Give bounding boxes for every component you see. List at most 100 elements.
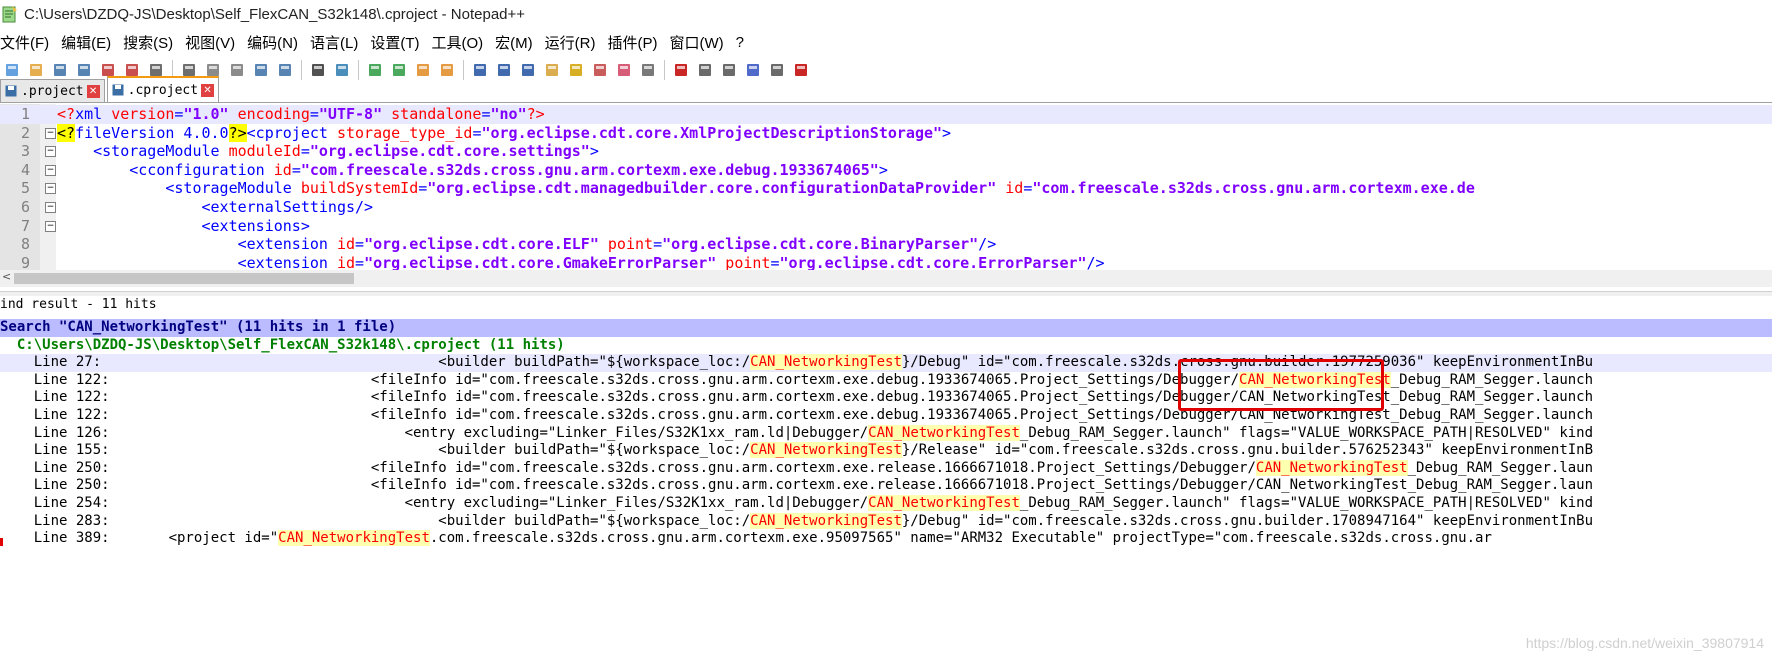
result-file-row[interactable]: C:\Users\DZDQ-JS\Desktop\Self_FlexCAN_S3… [0,337,1772,355]
result-hit-row[interactable]: Line 250: <fileInfo id="com.freescale.s3… [0,477,1772,495]
code-line[interactable]: 6 <externalSettings/> − [0,198,1772,217]
code-token: <cconfiguration [57,160,274,179]
hit-text: Line 389: <project id=" [0,530,279,547]
find-results-panel[interactable]: Search "CAN_NetworkingTest" (11 hits in … [0,318,1772,659]
menu-item-8[interactable]: 宏(M) [495,32,539,53]
hit-text: Line 250: <fileInfo id="com.freescale.s3… [0,477,1594,494]
result-hit-row[interactable]: Line 250: <fileInfo id="com.freescale.s3… [0,459,1772,478]
code-token: = [291,160,301,179]
code-token: "no" [490,105,527,123]
code-token: = [418,179,428,198]
menu-bar: 文件(F) 编辑(E) 搜索(S) 视图(V) 编码(N) 语言(L) 设置(T) 工具(O)… [0,30,756,54]
code-text: <externalSettings/> [57,198,373,217]
hit-text: _Debug_RAM_Segger.launch" flags="VALUE_W… [1019,495,1594,511]
close-tab-icon[interactable]: ✕ [201,83,215,97]
hit-text: .com.freescale.s32ds.cross.gnu.arm.corte… [429,530,1492,547]
code-token: > [589,142,599,161]
menu-item-5[interactable]: 语言(L) [310,32,364,53]
code-token: "1.0" [183,105,229,123]
code-text: <cconfiguration id="com.freescale.s32ds.… [57,161,888,180]
horizontal-scrollbar[interactable]: < [0,270,1772,287]
fold-toggle-icon[interactable]: − [45,146,56,158]
menu-item-10[interactable]: 插件(P) [607,32,663,53]
code-text: <extensions> [57,216,310,236]
hit-text: _Debug_RAM_Segger.launch" flags="VALUE_W… [1019,424,1594,441]
code-line[interactable]: 1 <?xml version="1.0" encoding="UTF-8" st… [0,105,1772,124]
result-hit-row[interactable]: Line 155: <builder buildPath="${workspac… [0,442,1772,460]
code-token: "org.eclipse.cdt.core.settings" [309,142,590,161]
code-token: = [355,253,365,270]
code-line[interactable]: 5 <storageModule buildSystemId="org.ecli… [0,179,1772,198]
code-line[interactable]: 8 <extension id="org.eclipse.cdt.core.EL… [0,235,1772,254]
result-hit-row[interactable]: Line 122: <fileInfo id="com.freescale.s3… [0,371,1772,390]
menu-item-1[interactable]: 编辑(E) [61,32,117,53]
menu-item-0[interactable]: 文件(F) [0,32,55,53]
result-hit-row[interactable]: Line 389: <project id="CAN_NetworkingTes… [0,530,1772,548]
result-hit-row[interactable]: Line 122: <fileInfo id="com.freescale.s3… [0,389,1772,407]
search-header-row[interactable]: Search "CAN_NetworkingTest" (11 hits in … [0,319,1772,337]
tab-project[interactable]: .project ✕ [0,79,105,102]
window-title: C:\Users\DZDQ-JS\Desktop\Self_FlexCAN_S3… [24,5,526,23]
hit-keyword: CAN_NetworkingTest [750,512,902,529]
code-token: "org.eclipse.cdt.core.ELF" [364,235,599,254]
code-token: > [942,123,952,142]
tab-cproject[interactable]: .cproject ✕ [106,76,220,102]
code-token: = [309,105,319,123]
menu-item-4[interactable]: 编码(N) [247,32,304,53]
code-line[interactable]: 4 <cconfiguration id="com.freescale.s32d… [0,161,1772,180]
code-token: <? [57,123,76,142]
code-line[interactable]: 7 <extensions> − [0,217,1772,236]
code-line[interactable]: 3 <storageModule moduleId="org.eclipse.c… [0,142,1772,161]
fold-toggle-icon[interactable]: − [45,202,56,213]
watermark: https://blog.csdn.net/weixin_39807914 [1525,635,1764,651]
code-token: = [653,235,663,254]
menu-item-11[interactable]: 窗口(W) [669,32,729,53]
line-number: 7 [20,216,30,235]
fold-toggle-icon[interactable]: − [45,164,56,176]
result-hit-row[interactable]: Line 126: <entry excluding="Linker_Files… [0,424,1772,443]
line-number: 1 [20,105,30,123]
menu-item-3[interactable]: 视图(V) [185,32,241,53]
code-token: <storageModule [57,179,301,198]
close-tab-icon[interactable]: ✕ [86,84,100,98]
menu-item-6[interactable]: 设置(T) [370,32,425,53]
code-line[interactable]: 9 <extension id="org.eclipse.cdt.core.Gm… [0,254,1772,270]
code-token: "UTF-8" [318,105,383,123]
code-token: point [607,235,654,254]
result-hit-row[interactable]: Line 254: <entry excluding="Linker_Files… [0,495,1772,513]
result-hit-row[interactable]: Line 283: <builder buildPath="${workspac… [0,512,1772,531]
code-line[interactable]: 2 <?fileVersion 4.0.0?><cproject storage_… [0,123,1772,143]
code-text: <extension id="org.eclipse.cdt.core.Gmak… [57,254,1105,270]
code-token: "org.eclipse.cdt.managedbuilder.core.con… [427,179,997,198]
result-hit-row[interactable]: Line 122: <fileInfo id="com.freescale.s3… [0,407,1772,425]
menu-item-12[interactable]: ? [736,34,750,51]
menu-item-7[interactable]: 工具(O) [431,32,489,53]
scrollbar-thumb[interactable] [14,273,354,284]
hit-keyword: CAN_NetworkingTest [750,354,902,371]
menu-item-2[interactable]: 搜索(S) [123,32,179,53]
scroll-left-icon[interactable]: < [2,270,11,283]
code-token: = [300,142,310,161]
code-editor[interactable]: 1 <?xml version="1.0" encoding="UTF-8" st… [0,104,1772,270]
code-token: <? [57,105,76,123]
code-text: <?fileVersion 4.0.0?><cproject storage_t… [57,123,952,143]
code-token: storage_type_id [336,123,473,142]
hit-keyword: CAN_NetworkingTest [868,495,1020,511]
code-token: <extensions> [57,216,310,235]
menu-item-9[interactable]: 运行(R) [545,32,602,53]
code-token: = [1023,179,1033,198]
save-icon [5,85,17,97]
find-result-title: ind result - 11 hits [0,297,157,312]
fold-toggle-icon[interactable]: − [45,183,56,195]
fold-toggle-icon[interactable]: − [45,220,56,232]
code-token: <extension [57,253,337,270]
hit-text: Line 122: <fileInfo id="com.freescale.s3… [0,371,1240,388]
hit-text: Line 27: <builder buildPath="${workspace… [0,354,751,371]
hit-text: Line 155: <builder buildPath="${workspac… [0,442,751,459]
code-token: moduleId [228,142,301,161]
result-hit-row[interactable]: Line 27: <builder buildPath="${workspace… [0,354,1772,372]
fold-toggle-icon[interactable]: − [45,127,56,139]
hit-keyword: CAN_NetworkingTest [278,530,430,547]
result-file-path: C:\Users\DZDQ-JS\Desktop\Self_FlexCAN_S3… [0,336,565,353]
